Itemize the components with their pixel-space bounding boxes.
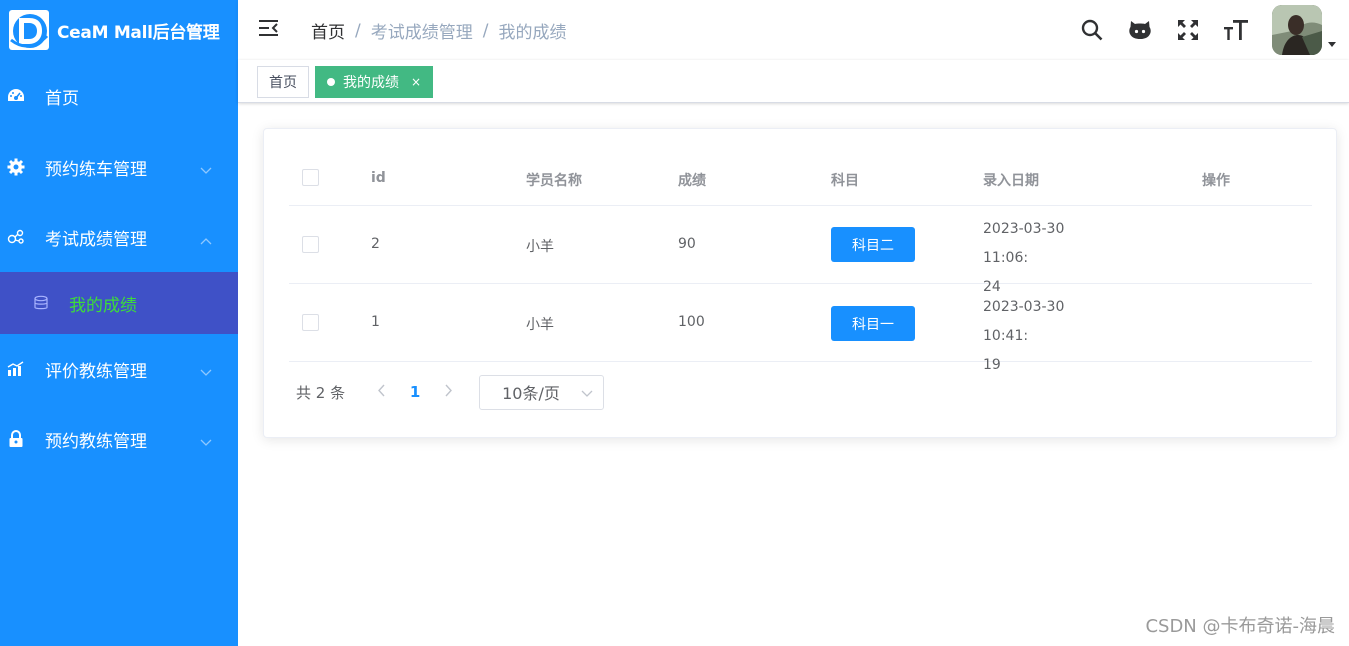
sidebar-subitem-label: 我的成绩: [69, 295, 137, 316]
breadcrumb-my-scores: 我的成绩: [498, 23, 567, 43]
lock-icon: [7, 430, 25, 448]
column-header-date[interactable]: 录入日期: [983, 170, 1039, 190]
sidebar-subitem-my-scores[interactable]: 我的成绩: [0, 272, 238, 334]
column-header-actions: 操作: [1202, 173, 1230, 189]
chevron-up-icon: [200, 230, 212, 250]
sidebar-item-label: 评价教练管理: [45, 361, 147, 382]
tag-home[interactable]: 首页: [257, 66, 309, 98]
github-icon[interactable]: [1128, 18, 1152, 42]
sidebar-item-label: 首页: [45, 88, 79, 109]
cell-score: 100: [678, 314, 705, 330]
sidebar-item-coach-booking[interactable]: 预约教练管理: [0, 404, 238, 474]
cell-id: 1: [371, 314, 380, 330]
chevron-down-icon: [200, 160, 212, 180]
cell-name: 小羊: [526, 317, 554, 333]
next-page-icon[interactable]: [435, 383, 463, 401]
tag-label: 我的成绩: [343, 75, 399, 91]
menu-fold-icon[interactable]: [258, 18, 280, 42]
sidebar-item-practice-booking[interactable]: 预约练车管理: [0, 132, 238, 202]
topbar: 首页 / 考试成绩管理 / 我的成绩: [238, 0, 1349, 60]
date-line: 2023-03-30 10:41:: [983, 299, 1065, 344]
search-icon[interactable]: [1080, 18, 1104, 42]
fullscreen-icon[interactable]: [1176, 18, 1200, 42]
page-size-value: 10条/页: [502, 384, 560, 403]
scores-table: id 学员名称 成绩 科目 录入日期 操作 2 小羊 90 科目二 2023-0…: [289, 149, 1312, 373]
page-size-select[interactable]: 10条/页: [479, 374, 605, 410]
chevron-down-icon: [200, 432, 212, 452]
caret-down-icon[interactable]: [1328, 41, 1336, 47]
chevron-down-icon: [200, 362, 212, 382]
subject-button[interactable]: 科目一: [831, 306, 915, 341]
column-header-subject[interactable]: 科目: [831, 170, 859, 190]
table-header: id 学员名称 成绩 科目 录入日期 操作: [289, 149, 1312, 206]
date-line: 19: [983, 357, 1001, 373]
dashboard-icon: [7, 87, 25, 105]
content-card: id 学员名称 成绩 科目 录入日期 操作 2 小羊 90 科目二 2023-0…: [263, 128, 1337, 438]
pagination-total: 共 2 条: [296, 383, 346, 402]
cell-id: 2: [371, 236, 380, 252]
prev-page-icon[interactable]: [367, 383, 395, 401]
subject-button[interactable]: 科目二: [831, 227, 915, 262]
breadcrumb-home[interactable]: 首页: [311, 18, 345, 43]
table-row: 2 小羊 90 科目二 2023-03-30 11:06: 24: [289, 206, 1312, 295]
sidebar-item-home[interactable]: 首页: [0, 60, 238, 132]
sidebar-item-label: 预约教练管理: [45, 431, 147, 452]
column-header-id[interactable]: id: [371, 170, 386, 186]
cell-score: 90: [678, 236, 696, 252]
header-actions: [1080, 0, 1349, 60]
chart-icon: [7, 360, 25, 378]
active-dot-icon: [327, 78, 335, 86]
column-header-score[interactable]: 成绩: [678, 170, 706, 190]
cell-date: 2023-03-30 10:41: 19: [983, 293, 1113, 380]
cell-name: 小羊: [526, 239, 554, 255]
share-icon: [7, 228, 25, 246]
close-icon[interactable]: ×: [411, 75, 421, 89]
date-line: 2023-03-30 11:06:: [983, 221, 1065, 266]
gear-icon: [7, 158, 25, 176]
sidebar-item-exam-scores[interactable]: 考试成绩管理: [0, 202, 238, 272]
sidebar-item-label: 预约练车管理: [45, 159, 147, 180]
tags-view: 首页 我的成绩 ×: [238, 60, 1349, 103]
logo-icon: [9, 10, 49, 50]
select-all-checkbox[interactable]: [302, 169, 319, 186]
font-size-icon[interactable]: [1224, 18, 1248, 42]
breadcrumb-separator: /: [482, 20, 489, 41]
column-header-name[interactable]: 学员名称: [526, 170, 582, 190]
table-row: 1 小羊 100 科目一 2023-03-30 10:41: 19: [289, 284, 1312, 373]
sidebar: CeaM Mall后台管理 首页 预约练车管理 考试成绩管理 我的成绩 评价教练…: [0, 0, 238, 646]
tag-label: 首页: [269, 75, 297, 91]
watermark: CSDN @卡布奇诺-海晨: [1145, 616, 1335, 637]
chevron-down-icon: [581, 383, 593, 402]
pagination: 共 2 条 1 10条/页: [296, 374, 605, 410]
breadcrumb-separator: /: [355, 20, 361, 41]
avatar[interactable]: [1272, 5, 1322, 55]
database-icon: [33, 295, 49, 311]
row-checkbox[interactable]: [302, 236, 319, 253]
sidebar-item-label: 考试成绩管理: [45, 229, 147, 250]
page-number-current[interactable]: 1: [395, 383, 435, 401]
breadcrumb: 首页 / 考试成绩管理 / 我的成绩: [311, 18, 567, 44]
logo[interactable]: CeaM Mall后台管理: [0, 0, 238, 60]
breadcrumb-exam-scores: 考试成绩管理: [370, 23, 473, 43]
app-title: CeaM Mall后台管理: [57, 22, 220, 43]
tag-my-scores[interactable]: 我的成绩 ×: [315, 66, 434, 98]
sidebar-item-coach-review[interactable]: 评价教练管理: [0, 334, 238, 404]
row-checkbox[interactable]: [302, 314, 319, 331]
